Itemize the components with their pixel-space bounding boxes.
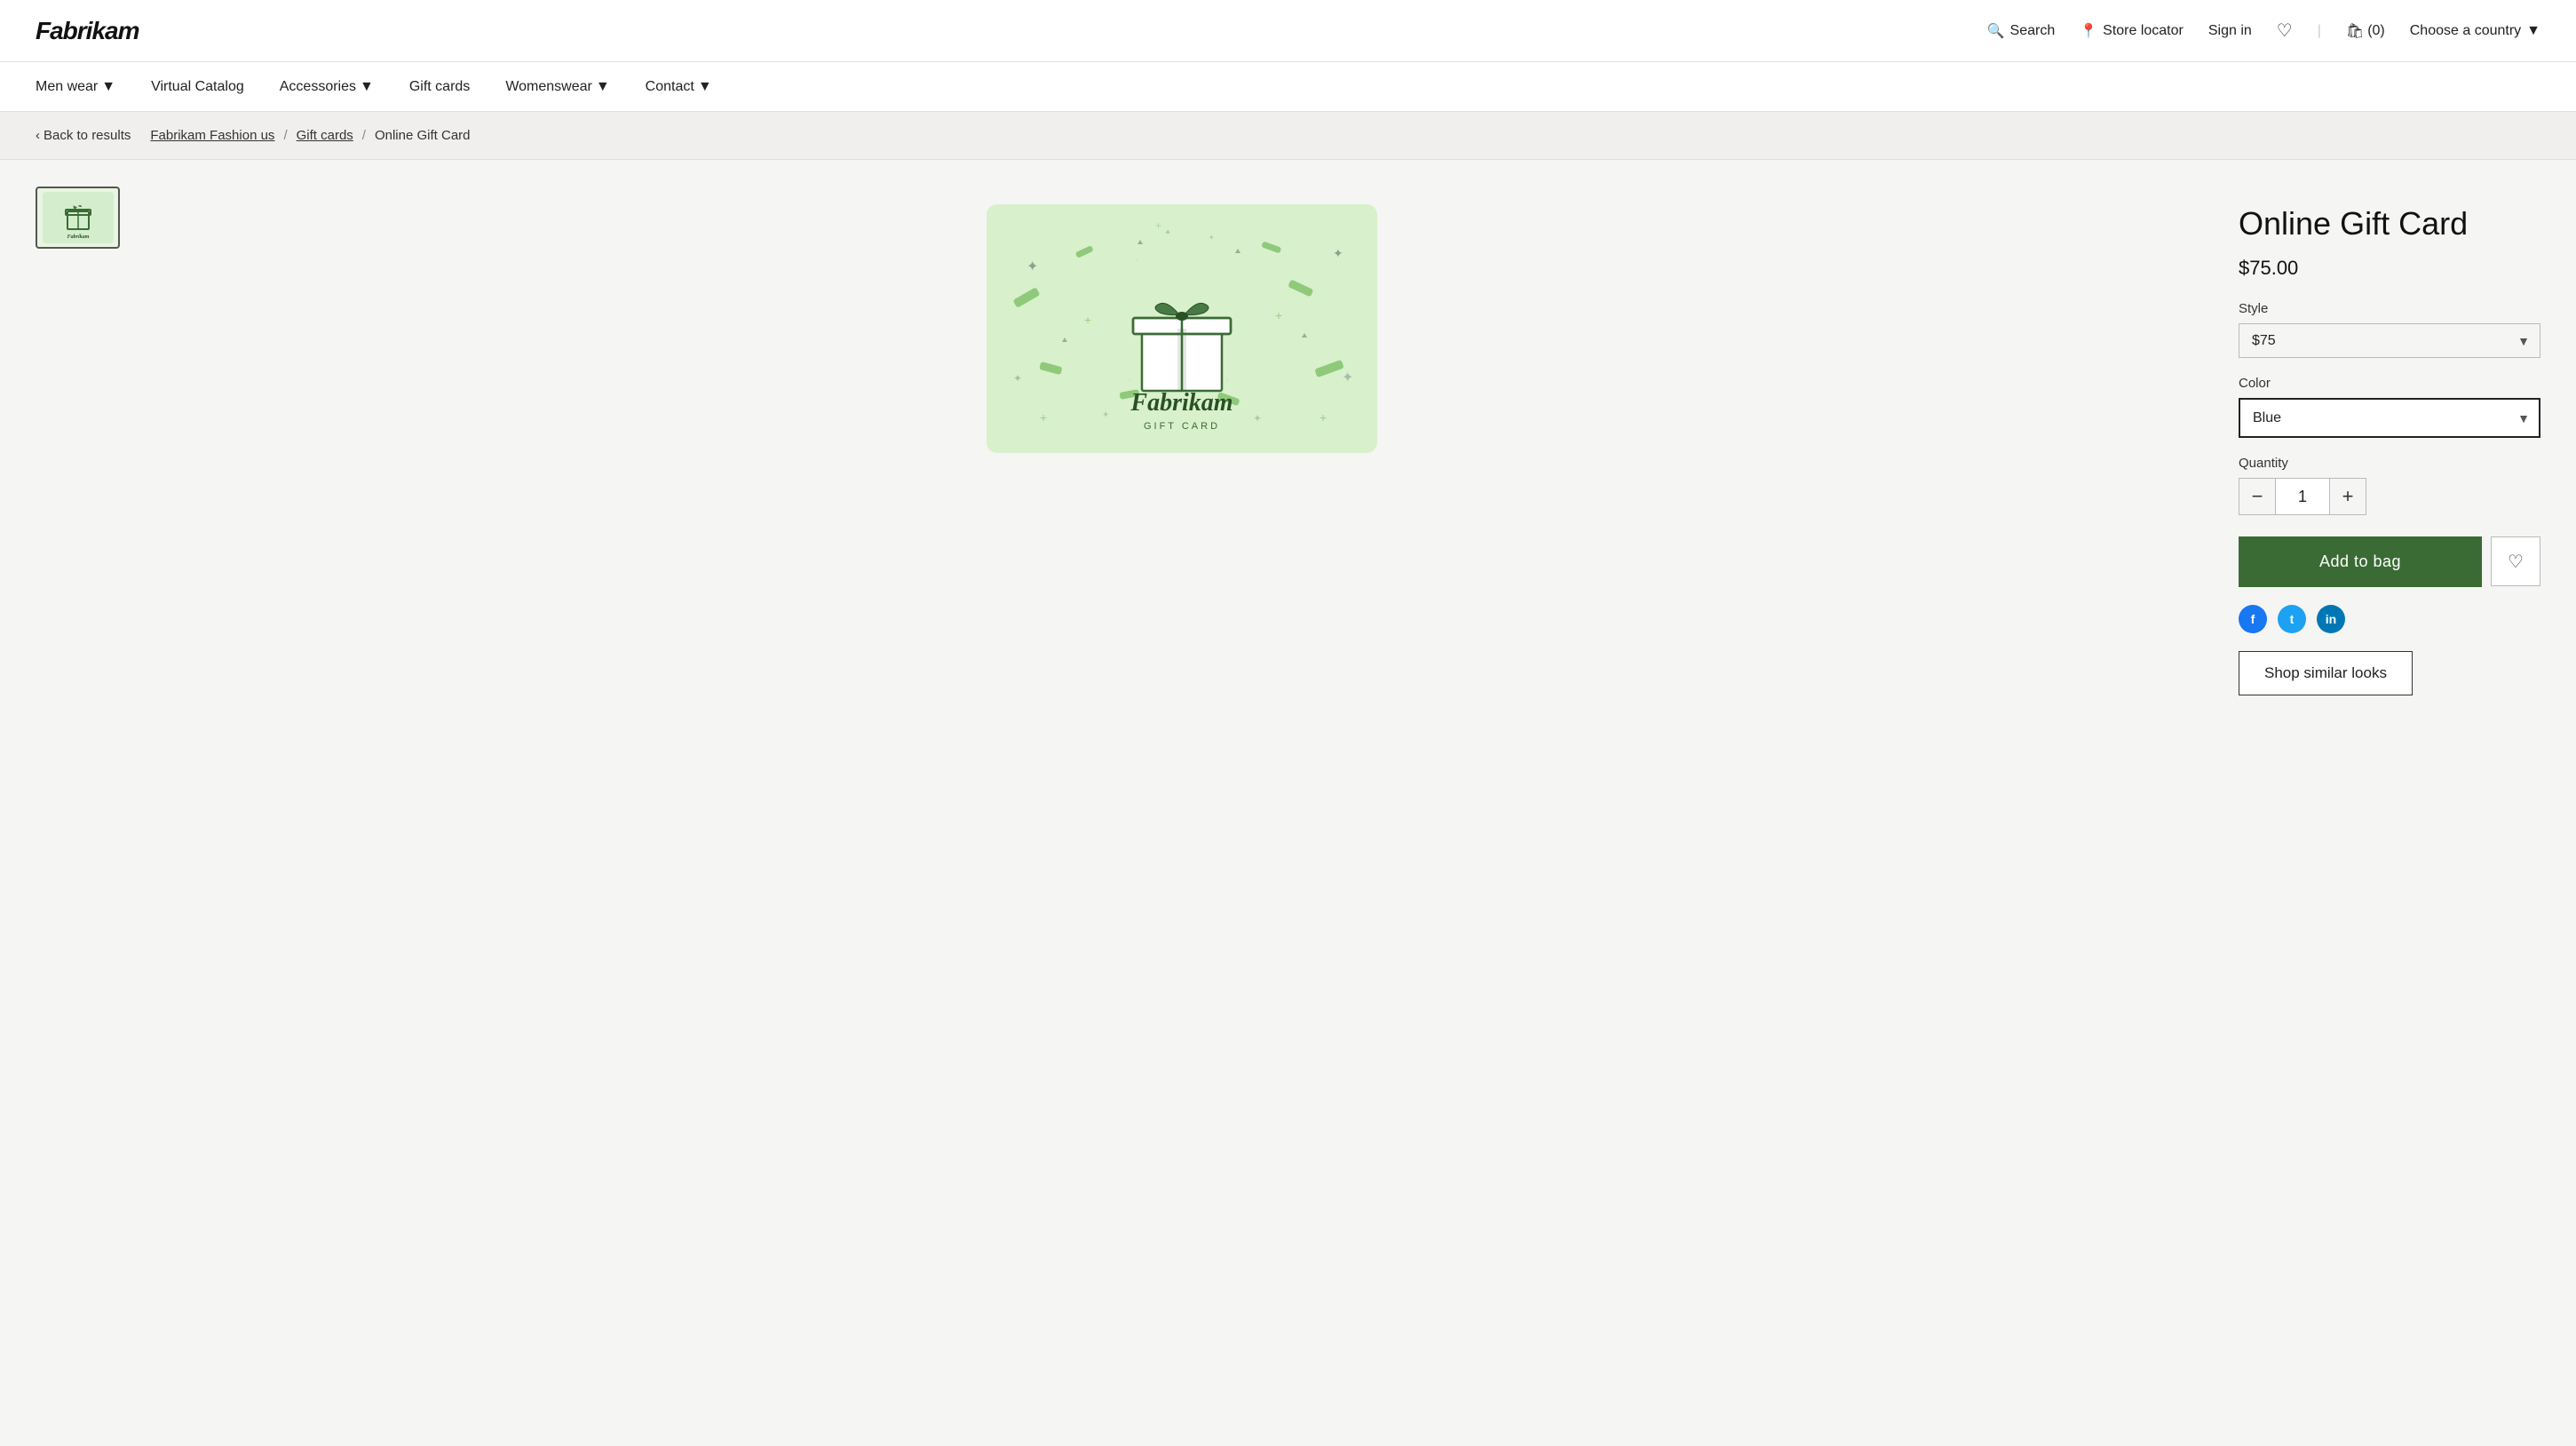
linkedin-icon: in	[2326, 612, 2336, 626]
chevron-left-icon: ‹	[36, 128, 40, 143]
location-icon: 📍	[2080, 22, 2097, 40]
color-label: Color	[2239, 376, 2540, 391]
quantity-label: Quantity	[2239, 456, 2540, 471]
chevron-down-icon: ▼	[698, 79, 712, 95]
back-to-results-link[interactable]: ‹ Back to results	[36, 128, 131, 143]
topbar-right: 🔍 Search 📍 Store locator Sign in ♡ | 🛍 (…	[1987, 20, 2540, 42]
product-price: $75.00	[2239, 257, 2540, 280]
style-select[interactable]: $25 $50 $75 $100 $150 $200	[2239, 323, 2540, 358]
thumbnail-svg: Fabrikam	[43, 192, 114, 243]
thumbnail-sidebar: Fabrikam	[36, 187, 124, 1402]
quantity-controls: − 1 +	[2239, 478, 2540, 515]
nav-item-accessories[interactable]: Accessories ▼	[280, 79, 374, 95]
nav-item-contact[interactable]: Contact ▼	[646, 79, 712, 95]
breadcrumb-category[interactable]: Gift cards	[297, 128, 353, 143]
divider: |	[2318, 23, 2321, 39]
svg-text:✦: ✦	[1209, 234, 1215, 242]
facebook-share-button[interactable]: f	[2239, 605, 2267, 633]
product-thumbnail[interactable]: Fabrikam	[36, 187, 120, 249]
nav-item-menwear[interactable]: Men wear ▼	[36, 79, 115, 95]
heart-icon: ♡	[2508, 551, 2524, 573]
add-to-wishlist-button[interactable]: ♡	[2491, 536, 2540, 586]
cart-button[interactable]: 🛍 (0)	[2346, 22, 2385, 40]
product-details: Online Gift Card $75.00 Style $25 $50 $7…	[2239, 187, 2540, 1402]
facebook-icon: f	[2251, 612, 2255, 626]
nav-item-giftcards[interactable]: Gift cards	[409, 79, 470, 95]
svg-text:✦: ✦	[1164, 228, 1171, 238]
svg-text:✦: ✦	[1333, 246, 1343, 260]
main-content: Fabrikam ✦ ✦ ✦ ✦ ✦ ✦ ✦ ✦	[0, 160, 2576, 1428]
svg-text:✦: ✦	[1342, 370, 1353, 385]
svg-text:·: ·	[1129, 376, 1131, 384]
svg-text:+: +	[1040, 410, 1047, 425]
color-dropdown[interactable]: Blue Green Red Pink ▼	[2239, 398, 2540, 438]
shop-similar-button[interactable]: Shop similar looks	[2239, 651, 2413, 695]
topbar: Fabrikam 🔍 Search 📍 Store locator Sign i…	[0, 0, 2576, 62]
svg-text:✦: ✦	[1013, 372, 1022, 385]
social-share-row: f t in	[2239, 605, 2540, 633]
svg-text:Fabrikam: Fabrikam	[67, 234, 89, 240]
brand-logo[interactable]: Fabrikam	[36, 17, 139, 45]
chevron-down-icon: ▼	[596, 79, 610, 95]
svg-text:+: +	[1084, 313, 1091, 327]
country-selector[interactable]: Choose a country ▼	[2410, 23, 2540, 39]
svg-text:✦: ✦	[1102, 410, 1109, 420]
color-select[interactable]: Blue Green Red Pink	[2239, 398, 2540, 438]
chevron-down-icon: ▼	[101, 79, 115, 95]
sign-in-button[interactable]: Sign in	[2208, 23, 2252, 39]
quantity-value: 1	[2276, 478, 2329, 515]
gift-card-image: ✦ ✦ ✦ ✦ ✦ ✦ ✦ ✦ · · · + + + + +	[987, 204, 1377, 453]
add-to-bag-row: Add to bag ♡	[2239, 536, 2540, 587]
chevron-down-icon: ▼	[360, 79, 374, 95]
color-field: Color Blue Green Red Pink ▼	[2239, 376, 2540, 438]
chevron-down-icon: ▼	[2526, 23, 2540, 39]
breadcrumb-current: Online Gift Card	[375, 128, 471, 143]
svg-text:·: ·	[1226, 376, 1229, 384]
svg-text:+: +	[1320, 410, 1327, 425]
svg-text:+: +	[1155, 219, 1161, 232]
store-locator-button[interactable]: 📍 Store locator	[2080, 22, 2184, 40]
add-to-bag-button[interactable]: Add to bag	[2239, 536, 2482, 587]
twitter-icon: t	[2290, 612, 2295, 626]
svg-text:+: +	[1275, 308, 1282, 322]
svg-text:✦: ✦	[1026, 259, 1038, 274]
product-title: Online Gift Card	[2239, 204, 2540, 242]
style-field: Style $25 $50 $75 $100 $150 $200 ▼	[2239, 301, 2540, 358]
breadcrumb-home[interactable]: Fabrikam Fashion us	[150, 128, 274, 143]
navbar: Men wear ▼ Virtual Catalog Accessories ▼…	[0, 62, 2576, 112]
svg-text:·: ·	[1136, 256, 1138, 264]
style-label: Style	[2239, 301, 2540, 316]
twitter-share-button[interactable]: t	[2278, 605, 2306, 633]
cart-icon: 🛍	[2346, 22, 2364, 40]
search-icon: 🔍	[1987, 22, 2005, 40]
product-image-area: ✦ ✦ ✦ ✦ ✦ ✦ ✦ ✦ · · · + + + + +	[160, 187, 2203, 1402]
svg-text:✦: ✦	[1253, 412, 1262, 425]
nav-item-virtualcatalog[interactable]: Virtual Catalog	[151, 79, 244, 95]
breadcrumb-sep-2: /	[362, 128, 366, 143]
svg-text:GIFT CARD: GIFT CARD	[1143, 421, 1219, 432]
svg-text:Fabrikam: Fabrikam	[1129, 389, 1233, 417]
nav-item-womenswear[interactable]: Womenswear ▼	[505, 79, 609, 95]
wishlist-icon[interactable]: ♡	[2277, 20, 2293, 42]
quantity-increase-button[interactable]: +	[2329, 478, 2366, 515]
quantity-section: Quantity − 1 +	[2239, 456, 2540, 515]
search-button[interactable]: 🔍 Search	[1987, 22, 2056, 40]
breadcrumb: ‹ Back to results Fabrikam Fashion us / …	[0, 112, 2576, 160]
linkedin-share-button[interactable]: in	[2317, 605, 2345, 633]
quantity-decrease-button[interactable]: −	[2239, 478, 2276, 515]
breadcrumb-sep-1: /	[283, 128, 287, 143]
style-dropdown[interactable]: $25 $50 $75 $100 $150 $200 ▼	[2239, 323, 2540, 358]
